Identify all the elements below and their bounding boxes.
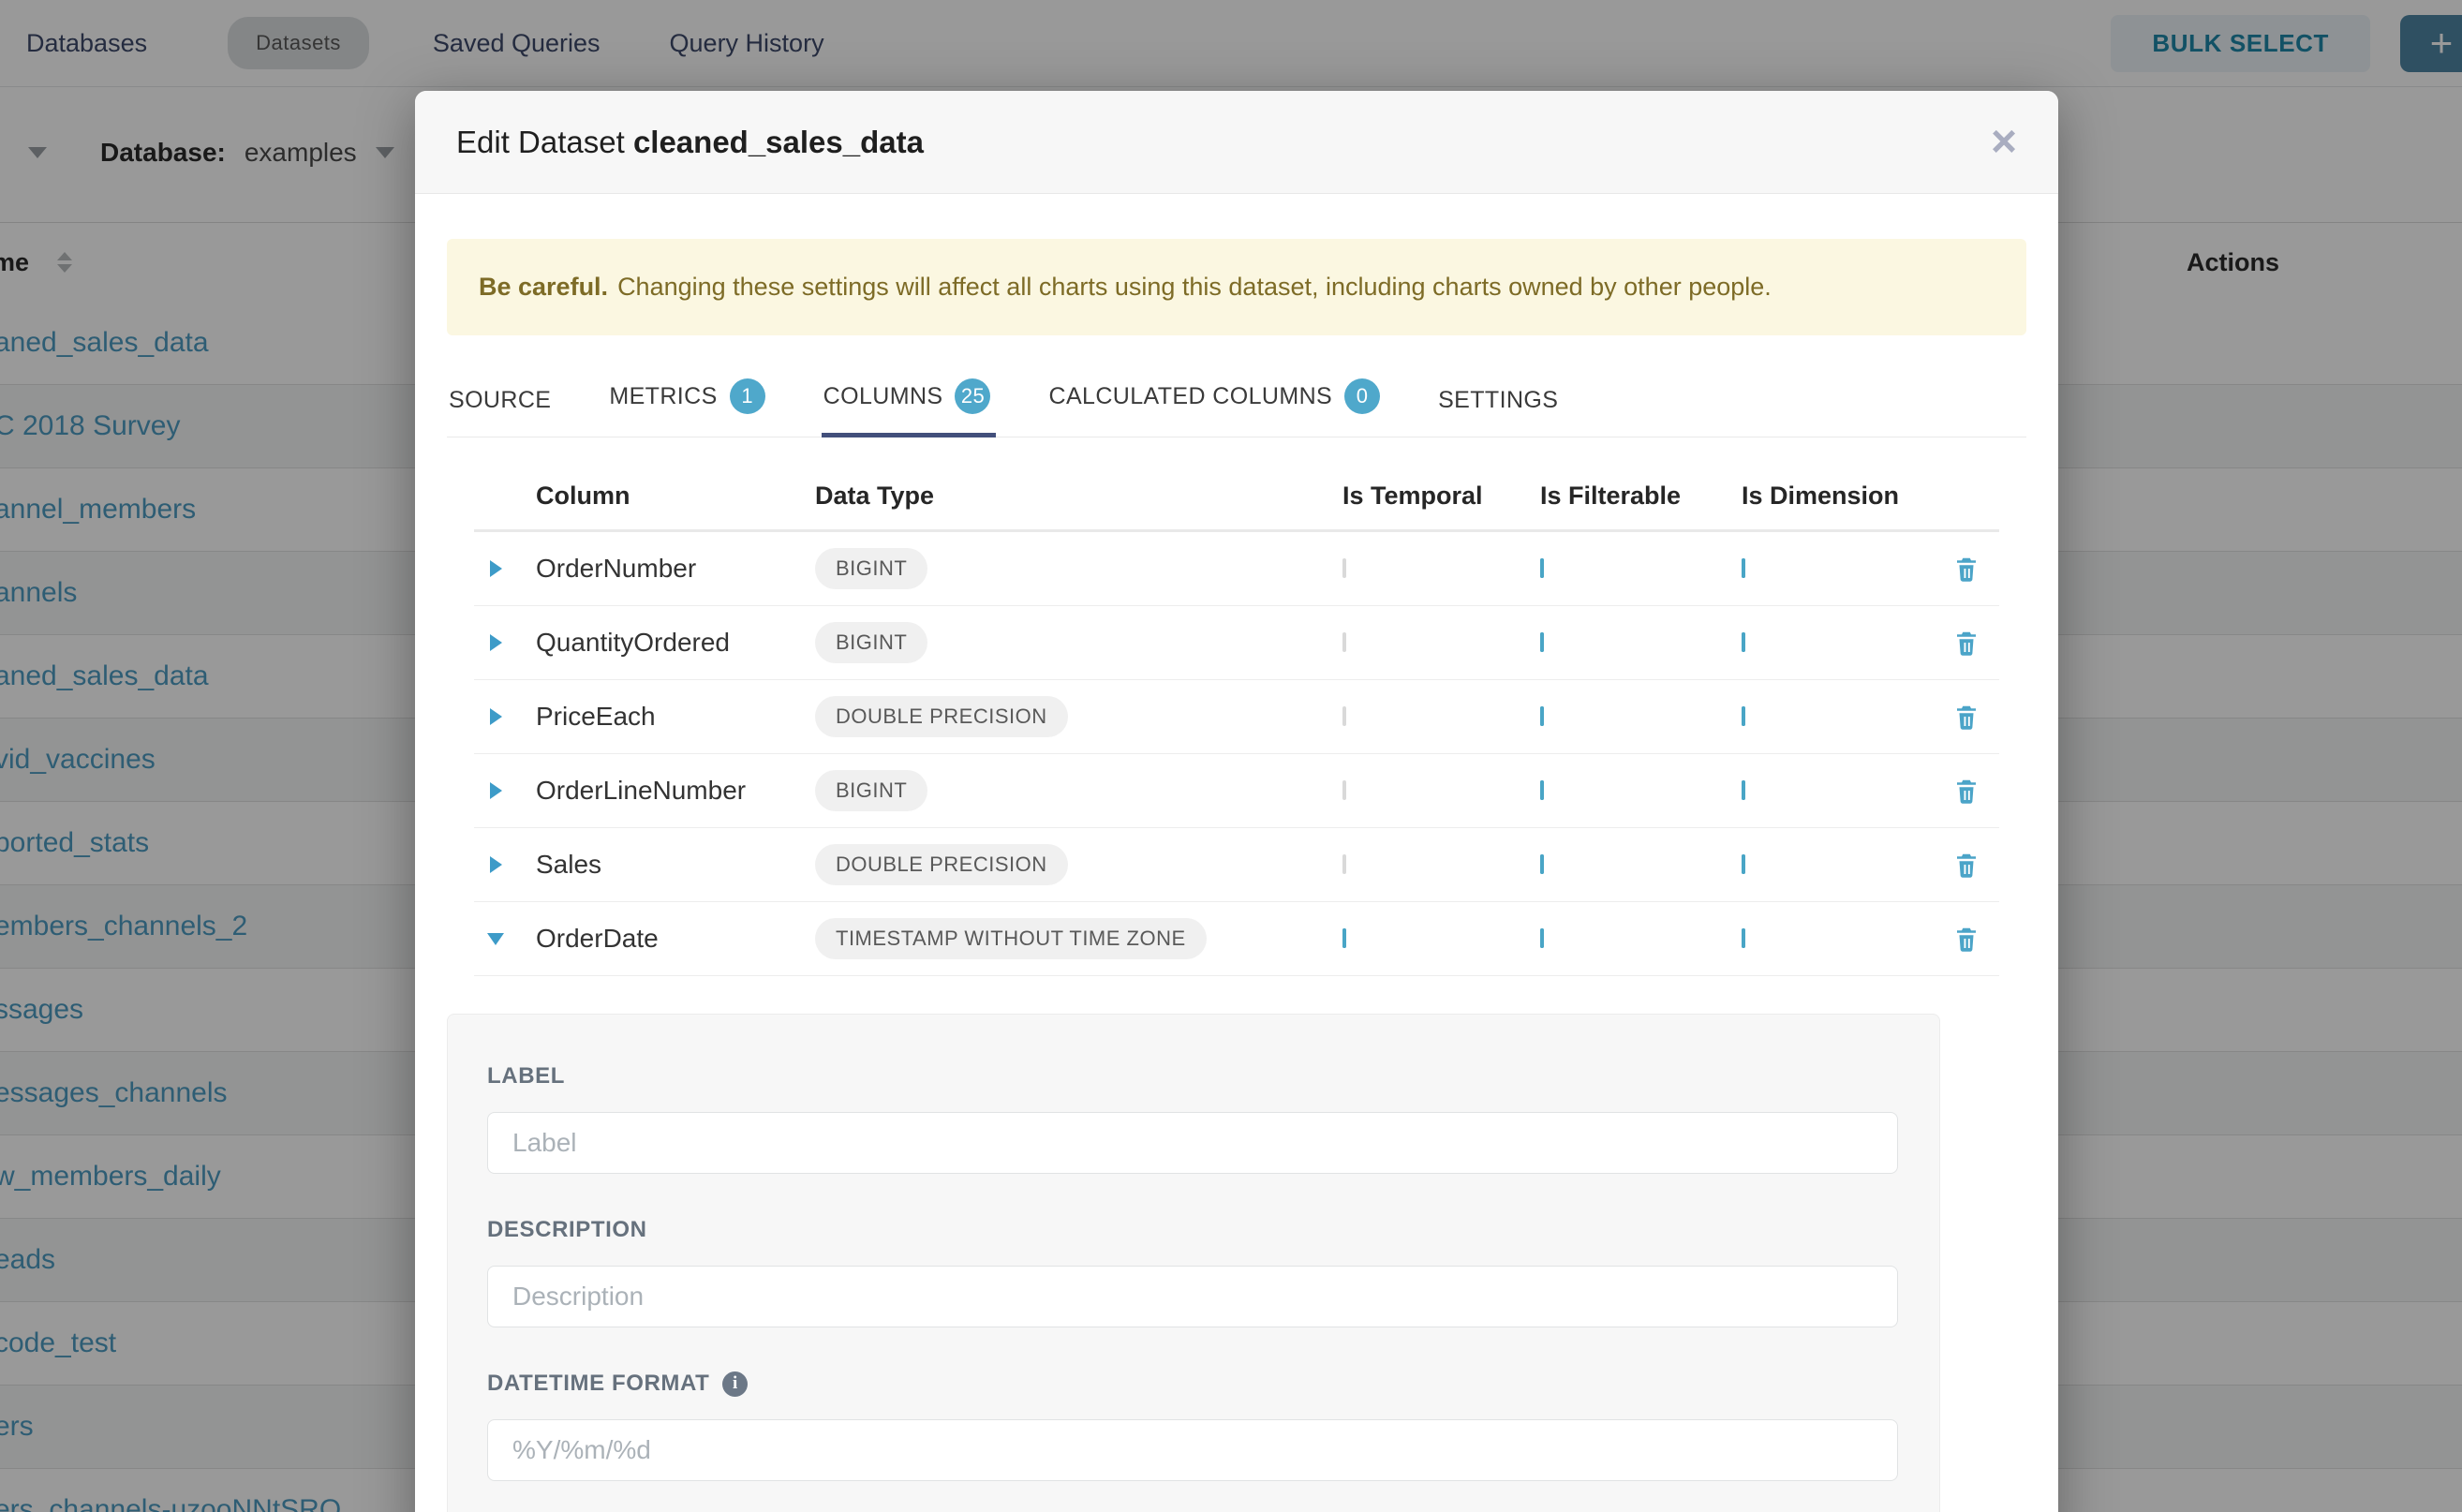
tab-calculated-columns[interactable]: CALCULATED COLUMNS 0	[1048, 378, 1380, 437]
is-temporal-checkbox[interactable]	[1342, 780, 1346, 800]
column-name: QuantityOrdered	[517, 628, 798, 658]
column-row-quantityordered: QuantityOrdered BIGINT	[474, 606, 1999, 680]
column-name: OrderNumber	[517, 554, 798, 584]
is-dimension-checkbox[interactable]	[1742, 928, 1745, 948]
tab-badge: 25	[955, 378, 990, 414]
column-row-priceeach: PriceEach DOUBLE PRECISION	[474, 680, 1999, 754]
description-field: DESCRIPTION	[487, 1217, 1898, 1327]
description-field-label: DESCRIPTION	[487, 1217, 1898, 1243]
is-dimension-checkbox[interactable]	[1742, 780, 1745, 800]
info-icon[interactable]: i	[722, 1371, 748, 1397]
tab-label: COLUMNS	[823, 383, 943, 410]
modal-title-dataset-name: cleaned_sales_data	[633, 125, 924, 159]
header-data-type: Data Type	[815, 482, 934, 511]
datetime-format-input[interactable]	[487, 1419, 1898, 1481]
label-input[interactable]	[487, 1112, 1898, 1174]
tab-label: SETTINGS	[1438, 387, 1558, 414]
edit-dataset-modal: Edit Dataset cleaned_sales_data × Be car…	[415, 91, 2058, 1512]
column-detail-panel: LABEL DESCRIPTION DATETIME FORMAT i	[447, 1014, 1940, 1512]
is-filterable-checkbox[interactable]	[1540, 706, 1544, 726]
delete-column-icon[interactable]	[1952, 555, 1980, 583]
column-row-orderdate: OrderDate TIMESTAMP WITHOUT TIME ZONE	[474, 902, 1999, 976]
label-field-label: LABEL	[487, 1063, 1898, 1090]
column-row-ordernumber: OrderNumber BIGINT	[474, 532, 1999, 606]
label-field: LABEL	[487, 1063, 1898, 1174]
is-filterable-checkbox[interactable]	[1540, 780, 1544, 800]
data-type-pill: DOUBLE PRECISION	[815, 696, 1068, 737]
data-type-pill: DOUBLE PRECISION	[815, 844, 1068, 885]
tab-columns[interactable]: COLUMNS 25	[823, 378, 991, 437]
is-temporal-checkbox[interactable]	[1342, 928, 1346, 948]
column-name: OrderDate	[517, 924, 798, 954]
header-column: Column	[517, 482, 798, 511]
close-icon[interactable]: ×	[1991, 120, 2017, 165]
expand-caret-icon[interactable]	[490, 708, 502, 725]
column-row-sales: Sales DOUBLE PRECISION	[474, 828, 1999, 902]
header-is-temporal: Is Temporal	[1342, 482, 1540, 511]
modal-body: Be careful. Changing these settings will…	[415, 194, 2058, 1512]
is-temporal-checkbox[interactable]	[1342, 854, 1346, 874]
is-filterable-checkbox[interactable]	[1540, 928, 1544, 948]
warning-bold: Be careful.	[479, 273, 608, 302]
data-type-pill: BIGINT	[815, 548, 927, 589]
modal-tabs: SOURCE METRICS 1 COLUMNS 25 CALCULATED C…	[447, 378, 2026, 437]
warning-text: Changing these settings will affect all …	[617, 273, 1772, 302]
expand-caret-icon[interactable]	[490, 782, 502, 799]
is-dimension-checkbox[interactable]	[1742, 632, 1745, 652]
is-dimension-checkbox[interactable]	[1742, 558, 1745, 578]
modal-title: Edit Dataset cleaned_sales_data	[456, 125, 924, 160]
tab-label: METRICS	[609, 383, 717, 410]
column-row-orderlinenumber: OrderLineNumber BIGINT	[474, 754, 1999, 828]
delete-column-icon[interactable]	[1952, 851, 1980, 879]
tab-label: CALCULATED COLUMNS	[1048, 383, 1332, 410]
column-name: OrderLineNumber	[517, 776, 798, 806]
datetime-format-label: DATETIME FORMAT	[487, 1371, 709, 1397]
warning-banner: Be careful. Changing these settings will…	[447, 239, 2026, 335]
tab-label: SOURCE	[449, 387, 551, 414]
modal-title-prefix: Edit Dataset	[456, 125, 625, 159]
columns-table: Column Data Type Is Temporal Is Filterab…	[474, 462, 1999, 976]
is-dimension-checkbox[interactable]	[1742, 854, 1745, 874]
expand-caret-icon[interactable]	[490, 560, 502, 577]
modal-header: Edit Dataset cleaned_sales_data ×	[415, 91, 2058, 194]
expand-caret-icon[interactable]	[490, 856, 502, 873]
expand-caret-icon[interactable]	[490, 634, 502, 651]
data-type-pill: TIMESTAMP WITHOUT TIME ZONE	[815, 918, 1207, 959]
header-is-filterable: Is Filterable	[1540, 482, 1742, 511]
collapse-caret-icon[interactable]	[487, 933, 504, 945]
description-input[interactable]	[487, 1266, 1898, 1327]
tab-badge: 1	[730, 378, 765, 414]
delete-column-icon[interactable]	[1952, 925, 1980, 953]
tab-metrics[interactable]: METRICS 1	[609, 378, 764, 437]
is-filterable-checkbox[interactable]	[1540, 854, 1544, 874]
tab-source[interactable]: SOURCE	[449, 387, 551, 437]
data-type-pill: BIGINT	[815, 622, 927, 663]
data-type-pill: BIGINT	[815, 770, 927, 811]
delete-column-icon[interactable]	[1952, 703, 1980, 731]
header-is-dimension: Is Dimension	[1742, 482, 1934, 511]
column-name: PriceEach	[517, 702, 798, 732]
column-name: Sales	[517, 850, 798, 880]
datetime-format-field: DATETIME FORMAT i	[487, 1371, 1898, 1481]
is-temporal-checkbox[interactable]	[1342, 706, 1346, 726]
is-temporal-checkbox[interactable]	[1342, 558, 1346, 578]
tab-badge: 0	[1344, 378, 1380, 414]
tab-settings[interactable]: SETTINGS	[1438, 387, 1558, 437]
is-dimension-checkbox[interactable]	[1742, 706, 1745, 726]
delete-column-icon[interactable]	[1952, 629, 1980, 657]
is-filterable-checkbox[interactable]	[1540, 632, 1544, 652]
screen: Databases Datasets Saved Queries Query H…	[0, 0, 2462, 1512]
columns-table-header: Column Data Type Is Temporal Is Filterab…	[474, 462, 1999, 532]
is-temporal-checkbox[interactable]	[1342, 632, 1346, 652]
delete-column-icon[interactable]	[1952, 777, 1980, 805]
is-filterable-checkbox[interactable]	[1540, 558, 1544, 578]
